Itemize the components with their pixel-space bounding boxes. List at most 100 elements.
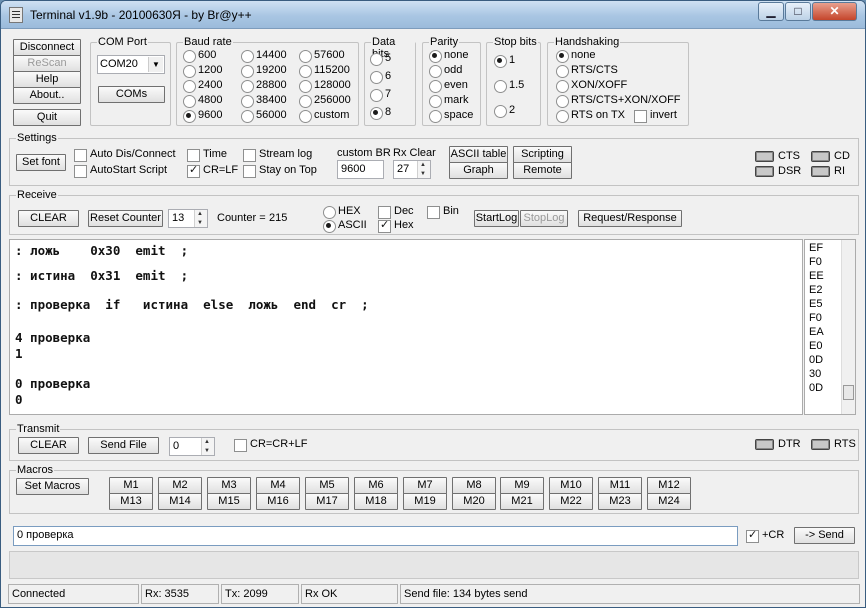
data-bits-8-radio[interactable]: 8 (370, 106, 391, 120)
parity-space-radio[interactable]: space (429, 109, 473, 123)
macro-button-m19[interactable]: M19 (403, 493, 447, 510)
baud-600-radio[interactable]: 600 (183, 49, 216, 63)
autostart-script-checkbox[interactable]: AutoStart Script (74, 164, 167, 178)
close-button[interactable]: ✕ (812, 2, 857, 21)
handshake-rtscts-radio[interactable]: RTS/CTS (556, 64, 618, 78)
rx-clear-spinner[interactable]: 27 (393, 160, 431, 179)
hex-radio[interactable]: HEX (323, 205, 361, 219)
set-font-button[interactable]: Set font (16, 154, 66, 171)
receive-clear-button[interactable]: CLEAR (18, 210, 79, 227)
send-button[interactable]: -> Send (794, 527, 855, 544)
macro-button-m9[interactable]: M9 (500, 477, 544, 494)
macro-button-m10[interactable]: M10 (549, 477, 593, 494)
start-log-button[interactable]: StartLog (474, 210, 519, 227)
baud-128000-radio[interactable]: 128000 (299, 79, 351, 93)
time-checkbox[interactable]: Time (187, 148, 227, 162)
baud-custom-radio[interactable]: custom (299, 109, 349, 123)
dec-checkbox[interactable]: Dec (378, 205, 414, 219)
hex-pane[interactable]: EF F0 EE E2 E5 F0 EA E0 0D 30 0D (804, 239, 856, 415)
dtr-led-icon[interactable] (755, 439, 774, 450)
baud-115200-radio[interactable]: 115200 (299, 64, 350, 78)
scrollbar-thumb[interactable] (843, 385, 854, 400)
send-file-button[interactable]: Send File (88, 437, 159, 454)
com-port-select[interactable]: COM20 ▼ (97, 55, 165, 74)
auto-dis-connect-checkbox[interactable]: Auto Dis/Connect (74, 148, 176, 162)
ascii-radio[interactable]: ASCII (323, 219, 367, 233)
plus-cr-checkbox[interactable]: +CR (746, 529, 784, 543)
send-input[interactable]: 0 проверка (13, 526, 738, 546)
about-button[interactable]: About.. (13, 87, 81, 104)
cr-lf-checkbox[interactable]: CR=LF (187, 164, 238, 178)
coms-button[interactable]: COMs (98, 86, 165, 103)
bin-checkbox[interactable]: Bin (427, 205, 459, 219)
macro-button-m3[interactable]: M3 (207, 477, 251, 494)
receive-terminal[interactable]: : ложь 0x30 emit ; : истина 0x31 emit ; … (9, 239, 803, 415)
maximize-button[interactable]: □ (785, 2, 811, 21)
rts-led-icon[interactable] (811, 439, 830, 450)
baud-2400-radio[interactable]: 2400 (183, 79, 222, 93)
macro-button-m14[interactable]: M14 (158, 493, 202, 510)
minimize-button[interactable]: ▁ (758, 2, 784, 21)
macro-button-m23[interactable]: M23 (598, 493, 642, 510)
macro-button-m22[interactable]: M22 (549, 493, 593, 510)
custom-br-input[interactable]: 9600 (337, 160, 384, 179)
macro-button-m12[interactable]: M12 (647, 477, 691, 494)
scripting-button[interactable]: Scripting (513, 146, 572, 163)
baud-56000-radio[interactable]: 56000 (241, 109, 287, 123)
spinner-arrows-icon[interactable] (201, 438, 214, 455)
baud-28800-radio[interactable]: 28800 (241, 79, 287, 93)
macro-button-m16[interactable]: M16 (256, 493, 300, 510)
macro-button-m24[interactable]: M24 (647, 493, 691, 510)
ascii-table-button[interactable]: ASCII table (449, 146, 508, 163)
handshake-xonxoff-radio[interactable]: XON/XOFF (556, 79, 627, 93)
data-bits-7-radio[interactable]: 7 (370, 88, 391, 102)
quit-button[interactable]: Quit (13, 109, 81, 126)
macro-button-m17[interactable]: M17 (305, 493, 349, 510)
stream-log-checkbox[interactable]: Stream log (243, 148, 312, 162)
rescan-button[interactable]: ReScan (13, 55, 81, 72)
counter-spinner[interactable]: 13 (168, 209, 208, 228)
data-bits-5-radio[interactable]: 5 (370, 52, 391, 66)
hex-checkbox[interactable]: Hex (378, 219, 414, 233)
baud-19200-radio[interactable]: 19200 (241, 64, 287, 78)
spinner-arrows-icon[interactable] (417, 161, 430, 178)
data-bits-6-radio[interactable]: 6 (370, 70, 391, 84)
macro-button-m20[interactable]: M20 (452, 493, 496, 510)
macro-button-m2[interactable]: M2 (158, 477, 202, 494)
stop-log-button[interactable]: StopLog (520, 210, 568, 227)
invert-checkbox[interactable]: invert (634, 109, 677, 123)
baud-57600-radio[interactable]: 57600 (299, 49, 345, 63)
reset-counter-button[interactable]: Reset Counter (88, 210, 163, 227)
macro-button-m13[interactable]: M13 (109, 493, 153, 510)
stop-bits-2-radio[interactable]: 2 (494, 104, 515, 118)
stay-on-top-checkbox[interactable]: Stay on Top (243, 164, 317, 178)
parity-even-radio[interactable]: even (429, 79, 468, 93)
hex-scrollbar[interactable] (841, 240, 855, 414)
baud-38400-radio[interactable]: 38400 (241, 94, 287, 108)
spinner-arrows-icon[interactable] (194, 210, 207, 227)
macro-button-m15[interactable]: M15 (207, 493, 251, 510)
graph-button[interactable]: Graph (449, 162, 508, 179)
stop-bits-1-radio[interactable]: 1 (494, 54, 515, 68)
request-response-button[interactable]: Request/Response (578, 210, 682, 227)
macro-button-m5[interactable]: M5 (305, 477, 349, 494)
baud-9600-radio[interactable]: 9600 (183, 109, 222, 123)
macro-button-m6[interactable]: M6 (354, 477, 398, 494)
baud-14400-radio[interactable]: 14400 (241, 49, 287, 63)
transmit-spinner[interactable]: 0 (169, 437, 215, 456)
parity-mark-radio[interactable]: mark (429, 94, 468, 108)
remote-button[interactable]: Remote (513, 162, 572, 179)
macro-button-m11[interactable]: M11 (598, 477, 642, 494)
macro-button-m1[interactable]: M1 (109, 477, 153, 494)
parity-none-radio[interactable]: none (429, 49, 468, 63)
handshake-rts-on-tx-radio[interactable]: RTS on TX (556, 109, 625, 123)
set-macros-button[interactable]: Set Macros (16, 478, 89, 495)
macro-button-m4[interactable]: M4 (256, 477, 300, 494)
baud-256000-radio[interactable]: 256000 (299, 94, 351, 108)
baud-1200-radio[interactable]: 1200 (183, 64, 222, 78)
parity-odd-radio[interactable]: odd (429, 64, 462, 78)
handshake-none-radio[interactable]: none (556, 49, 595, 63)
handshake-rtscts-xonxoff-radio[interactable]: RTS/CTS+XON/XOFF (556, 94, 681, 108)
cr-cr-lf-checkbox[interactable]: CR=CR+LF (234, 438, 307, 452)
stop-bits-1-5-radio[interactable]: 1.5 (494, 79, 524, 93)
